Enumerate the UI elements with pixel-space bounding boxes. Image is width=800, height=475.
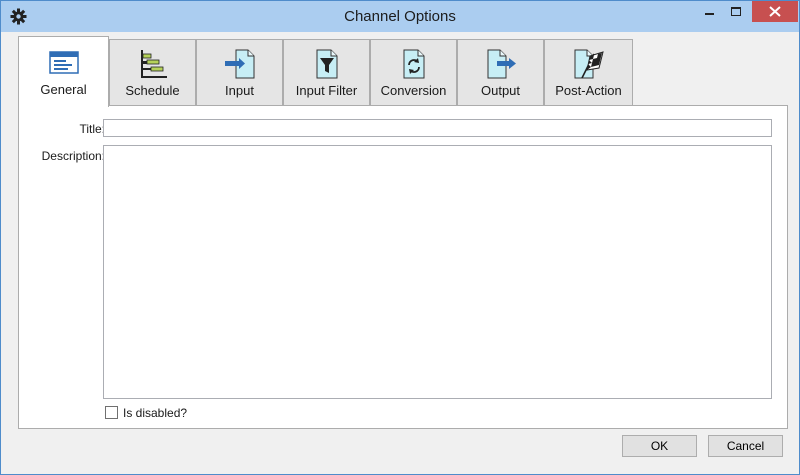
tab-input-filter[interactable]: Input Filter xyxy=(283,39,370,106)
close-button[interactable] xyxy=(752,1,798,22)
document-funnel-icon xyxy=(316,49,337,79)
tab-label: Conversion xyxy=(380,83,447,98)
description-textarea[interactable] xyxy=(103,145,772,399)
tab-label: Input xyxy=(225,83,254,98)
channel-options-window: Channel Options General Schedule Input I… xyxy=(0,0,800,475)
title-bar[interactable]: Channel Options xyxy=(1,1,799,32)
cancel-button[interactable]: Cancel xyxy=(708,435,783,457)
tab-output[interactable]: Output xyxy=(457,39,544,106)
dialog-client-area: General Schedule Input Input Filter Conv… xyxy=(8,32,792,468)
document-checkered-flag-icon xyxy=(574,49,604,79)
tab-label: General xyxy=(40,82,87,97)
minimize-button[interactable] xyxy=(696,1,722,22)
is-disabled-checkbox[interactable] xyxy=(105,406,118,419)
document-output-arrow-icon xyxy=(487,49,516,79)
document-refresh-icon xyxy=(403,49,424,79)
schedule-gantt-icon xyxy=(140,50,167,78)
document-input-arrow-icon xyxy=(224,49,254,79)
tab-schedule[interactable]: Schedule xyxy=(109,39,196,106)
tab-label: Output xyxy=(480,83,521,98)
title-input[interactable] xyxy=(103,119,772,137)
close-icon xyxy=(769,6,781,17)
maximize-button[interactable] xyxy=(723,1,749,22)
is-disabled-label[interactable]: Is disabled? xyxy=(123,406,187,420)
general-tab-panel: Title: Description: Is disabled? xyxy=(18,105,788,429)
description-label: Description: xyxy=(41,149,105,163)
title-label: Title: xyxy=(79,122,105,136)
tab-conversion[interactable]: Conversion xyxy=(370,39,457,106)
tab-general[interactable]: General xyxy=(18,36,109,107)
minimize-icon xyxy=(705,13,714,15)
tab-input[interactable]: Input xyxy=(196,39,283,106)
window-title: Channel Options xyxy=(344,8,456,25)
ok-button[interactable]: OK xyxy=(622,435,697,457)
window-form-icon xyxy=(48,51,79,74)
tab-post-action[interactable]: Post-Action xyxy=(544,39,633,106)
tab-label: Input Filter xyxy=(295,83,358,98)
maximize-icon xyxy=(731,7,741,16)
tab-label: Schedule xyxy=(125,83,180,98)
tab-label: Post-Action xyxy=(555,83,622,98)
